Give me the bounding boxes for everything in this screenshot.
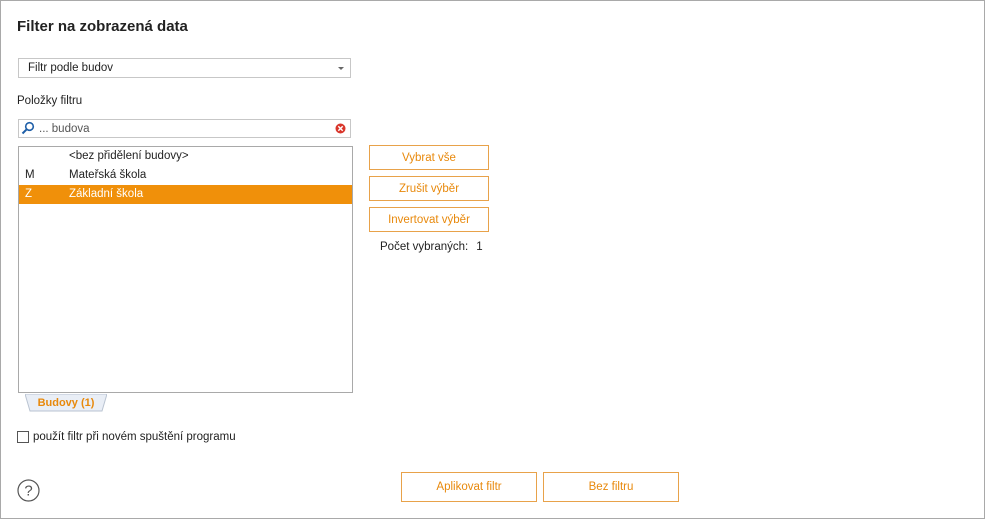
chevron-down-icon bbox=[338, 67, 344, 70]
remember-filter-checkbox[interactable] bbox=[17, 431, 29, 443]
tab-budovy[interactable]: Budovy (1) bbox=[25, 394, 107, 412]
search-box bbox=[18, 119, 351, 138]
item-name: Základní škola bbox=[69, 188, 144, 200]
search-icon bbox=[21, 121, 35, 135]
selected-count-value: 1 bbox=[476, 241, 483, 253]
item-name: Mateřská škola bbox=[69, 169, 147, 181]
selected-count-label: Počet vybraných: bbox=[380, 241, 469, 253]
list-item-selected[interactable]: Z Základní škola bbox=[19, 185, 352, 204]
invert-selection-button[interactable]: Invertovat výběr bbox=[369, 207, 489, 232]
apply-filter-button[interactable]: Aplikovat filtr bbox=[401, 472, 537, 502]
help-icon[interactable]: ? bbox=[17, 479, 40, 502]
clear-selection-button[interactable]: Zrušit výběr bbox=[369, 176, 489, 201]
dialog-title: Filter na zobrazená data bbox=[17, 18, 188, 35]
filter-dialog: Filter na zobrazená data Filtr podle bud… bbox=[0, 0, 985, 519]
item-code: M bbox=[25, 169, 35, 181]
filter-items-label: Položky filtru bbox=[17, 95, 83, 107]
list-item[interactable]: M Mateřská škola bbox=[19, 166, 352, 185]
item-code: Z bbox=[25, 188, 33, 200]
item-name: <bez přidělení budovy> bbox=[69, 150, 189, 162]
list-item[interactable]: <bez přidělení budovy> bbox=[19, 147, 352, 166]
search-input[interactable] bbox=[39, 120, 329, 137]
remember-filter-label[interactable]: použít filtr při novém spuštění programu bbox=[33, 431, 236, 443]
no-filter-button[interactable]: Bez filtru bbox=[543, 472, 679, 502]
clear-search-icon[interactable] bbox=[335, 123, 346, 134]
filter-type-dropdown[interactable]: Filtr podle budov bbox=[18, 58, 351, 78]
select-all-button[interactable]: Vybrat vše bbox=[369, 145, 489, 170]
filter-type-value: Filtr podle budov bbox=[28, 62, 114, 74]
svg-text:?: ? bbox=[24, 483, 32, 500]
tab-label: Budovy (1) bbox=[37, 397, 95, 409]
filter-items-list[interactable]: <bez přidělení budovy> M Mateřská škola … bbox=[18, 146, 353, 393]
selected-count: Počet vybraných: 1 bbox=[380, 241, 483, 253]
